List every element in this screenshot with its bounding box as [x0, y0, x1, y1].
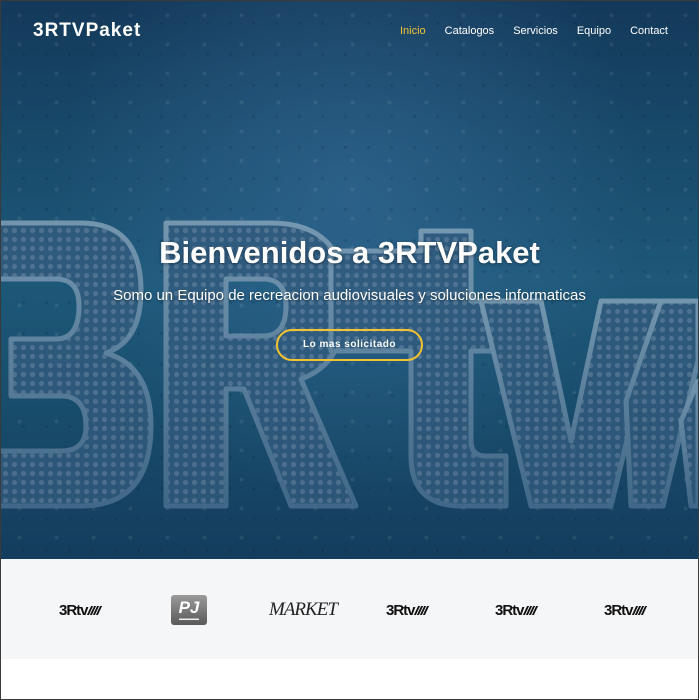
- 3rtv-logo: 3Rtv: [604, 601, 647, 619]
- nav-item-servicios[interactable]: Servicios: [513, 25, 558, 37]
- hero-title: Bienvenidos a 3RTVPaket: [159, 235, 540, 270]
- pj-logo: PJ ▬▬▬▬: [171, 595, 207, 625]
- top-navigation: 3RTVPaket Inicio Catalogos Servicios Equ…: [1, 1, 698, 61]
- slashes-icon: [522, 605, 538, 615]
- slashes-icon: [413, 605, 429, 615]
- slashes-icon: [86, 605, 102, 615]
- 3rtv-logo: 3Rtv: [495, 601, 538, 619]
- hero-content: Bienvenidos a 3RTVPaket Somo un Equipo d…: [1, 235, 698, 361]
- client-logo-3rtv-4[interactable]: 3Rtv: [604, 595, 647, 625]
- 3rtv-logo: 3Rtv: [59, 601, 102, 619]
- page-frame: Bienvenidos a 3RTVPaket Somo un Equipo d…: [0, 0, 699, 700]
- market-logo: MARKET: [269, 599, 338, 620]
- brand-logo[interactable]: 3RTVPaket: [33, 20, 141, 42]
- client-name: 3Rtv: [386, 601, 415, 619]
- client-logo-3rtv-1[interactable]: 3Rtv: [59, 595, 102, 625]
- client-logo-3rtv-2[interactable]: 3Rtv: [386, 595, 429, 625]
- client-logo-3rtv-3[interactable]: 3Rtv: [495, 595, 538, 625]
- nav-item-catalogos[interactable]: Catalogos: [445, 25, 495, 37]
- client-logo-pj[interactable]: PJ ▬▬▬▬: [171, 595, 207, 625]
- 3rtv-logo: 3Rtv: [386, 601, 429, 619]
- pj-tagline-mark: ▬▬▬▬: [179, 615, 199, 622]
- nav-item-inicio[interactable]: Inicio: [400, 25, 426, 37]
- nav-item-equipo[interactable]: Equipo: [577, 25, 611, 37]
- slashes-icon: [631, 605, 647, 615]
- clients-strip: 3Rtv PJ ▬▬▬▬ MARKET 3Rtv 3Rtv 3Rtv: [1, 559, 698, 659]
- client-name: PJ: [178, 597, 200, 617]
- client-logo-market[interactable]: MARKET: [269, 595, 338, 625]
- client-name: 3Rtv: [59, 601, 88, 619]
- client-name: 3Rtv: [495, 601, 524, 619]
- nav-item-contact[interactable]: Contact: [630, 25, 668, 37]
- most-requested-button[interactable]: Lo mas solicitado: [276, 329, 423, 361]
- hero-subtitle: Somo un Equipo de recreacion audiovisual…: [113, 287, 586, 304]
- client-name: 3Rtv: [604, 601, 633, 619]
- hero-section: Bienvenidos a 3RTVPaket Somo un Equipo d…: [1, 1, 698, 559]
- nav-menu: Inicio Catalogos Servicios Equipo Contac…: [381, 25, 668, 37]
